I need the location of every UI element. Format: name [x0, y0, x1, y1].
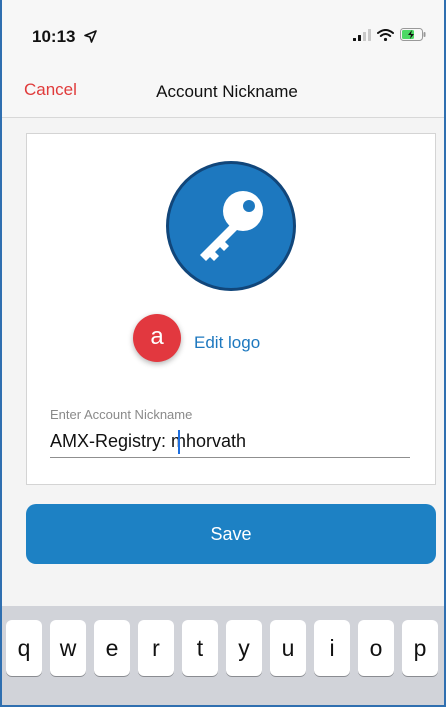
save-button[interactable]: Save [26, 504, 436, 564]
wifi-icon [377, 28, 394, 46]
key-w[interactable]: w [50, 620, 86, 676]
nickname-input[interactable] [50, 426, 410, 458]
status-bar: 10:13 [2, 0, 444, 66]
key-q[interactable]: q [6, 620, 42, 676]
key-e[interactable]: e [94, 620, 130, 676]
nickname-card: a Edit logo Enter Account Nickname [26, 133, 436, 485]
key-r[interactable]: r [138, 620, 174, 676]
key-u[interactable]: u [270, 620, 306, 676]
key-o[interactable]: o [358, 620, 394, 676]
content-area: a Edit logo Enter Account Nickname Save [2, 118, 444, 658]
account-logo [166, 161, 296, 291]
status-icons [353, 28, 426, 46]
keyboard-row-1: qwertyuiop [6, 620, 438, 676]
key-t[interactable]: t [182, 620, 218, 676]
annotation-badge: a [133, 314, 181, 362]
page-title: Account Nickname [156, 82, 298, 101]
location-arrow-icon [84, 28, 98, 48]
app-frame: 10:13 Cancel Account Nickname a Edit log… [0, 0, 446, 707]
key-i[interactable]: i [314, 620, 350, 676]
edit-logo-link[interactable]: Edit logo [194, 333, 260, 353]
nav-bar: Cancel Account Nickname [2, 66, 444, 118]
nickname-label: Enter Account Nickname [50, 407, 193, 422]
battery-charging-icon [400, 28, 426, 46]
text-cursor [178, 430, 180, 454]
key-y[interactable]: y [226, 620, 262, 676]
signal-icon [353, 28, 371, 46]
key-p[interactable]: p [402, 620, 438, 676]
keyboard: qwertyuiop [2, 606, 444, 705]
status-time: 10:13 [32, 27, 98, 48]
key-icon [186, 179, 276, 274]
